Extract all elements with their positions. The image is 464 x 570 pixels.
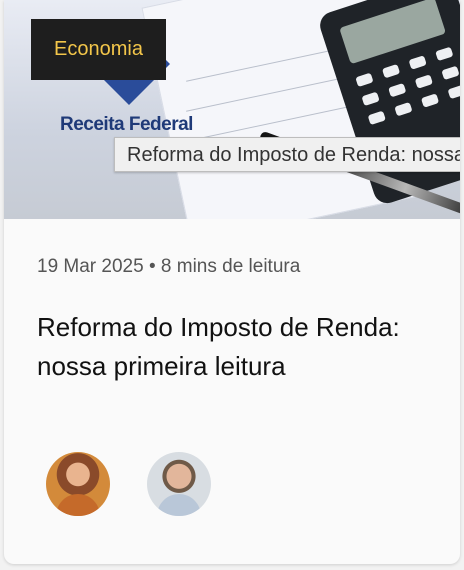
article-card[interactable]: Receita Federal Economia Reforma do Impo…	[4, 0, 460, 564]
author-avatar-woman[interactable]	[46, 452, 110, 516]
image-logo-text: Receita Federal	[60, 114, 193, 135]
article-meta: 19 Mar 2025 • 8 mins de leitura	[37, 256, 301, 277]
author-avatar-man[interactable]	[147, 452, 211, 516]
article-hero-image[interactable]: Receita Federal Economia Reforma do Impo…	[4, 0, 460, 219]
title-tooltip: Reforma do Imposto de Renda: nossa prime…	[114, 137, 460, 172]
category-badge[interactable]: Economia	[31, 19, 166, 80]
article-title[interactable]: Reforma do Imposto de Renda: nossa prime…	[37, 308, 437, 386]
